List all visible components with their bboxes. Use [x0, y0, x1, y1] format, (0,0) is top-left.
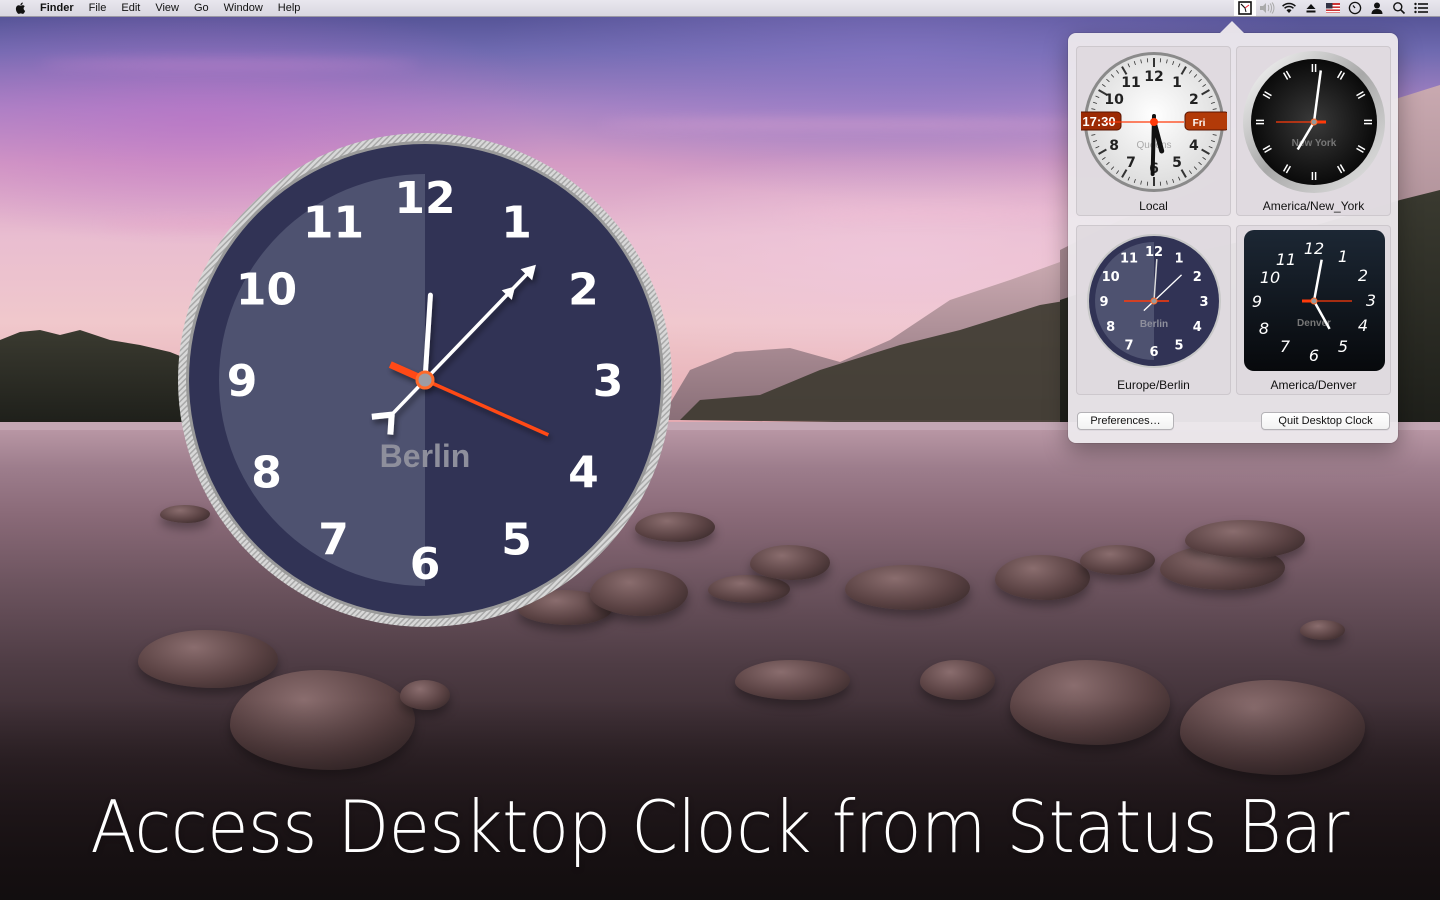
apple-menu-icon[interactable] [14, 1, 28, 15]
day-text: Fri [1193, 118, 1206, 129]
mini-clock-numeral: 10 [1104, 92, 1124, 108]
clock-cell-berlin[interactable]: 12 1 2 3 4 5 6 7 8 9 10 11 Berlin Europe/Berlin [1076, 225, 1231, 395]
preferences-button[interactable]: Preferences… [1077, 412, 1174, 430]
desktop-clock-status-icon[interactable] [1234, 0, 1256, 16]
clock-cell-denver[interactable]: 12 1 2 3 4 5 6 7 8 9 10 11 Denver America/Denver [1236, 225, 1391, 395]
menu-window[interactable]: Window [224, 2, 263, 14]
mini-clock-numeral: 11 [1120, 252, 1138, 267]
notification-center-icon[interactable] [1410, 0, 1432, 16]
menu-help[interactable]: Help [278, 2, 301, 14]
mini-clock-numeral: 12 [1304, 239, 1324, 258]
clock-center-pin [415, 370, 435, 390]
mini-clock-numeral: 12 [1145, 245, 1163, 260]
clock-numeral: 5 [501, 514, 532, 565]
menu-go[interactable]: Go [194, 2, 209, 14]
menu-finder[interactable]: Finder [40, 2, 74, 14]
mini-clock-city-label: Berlin [1140, 319, 1168, 330]
clock-numeral: 7 [318, 514, 349, 565]
clock-caption-local: Local [1139, 199, 1168, 213]
clock-caption-berlin: Europe/Berlin [1117, 378, 1190, 392]
mini-clock-numeral: 5 [1338, 337, 1348, 356]
time-machine-icon[interactable] [1344, 0, 1366, 16]
clock-numeral: 9 [227, 356, 258, 407]
quit-desktop-clock-button[interactable]: Quit Desktop Clock [1261, 412, 1390, 430]
desktop-clock-berlin[interactable]: 12 12 3 45 6 78 9 1011 Berlin [177, 132, 673, 628]
menu-view[interactable]: View [155, 2, 179, 14]
mini-clock-numeral: 8 [1109, 138, 1119, 154]
mini-clock-numeral: 1 [1172, 75, 1182, 91]
mini-clock-numeral: 4 [1193, 320, 1202, 335]
clock-numeral: 4 [568, 448, 599, 499]
mini-clock-numeral: 10 [1260, 268, 1280, 287]
wifi-icon[interactable] [1278, 0, 1300, 16]
menu-edit[interactable]: Edit [121, 2, 140, 14]
mini-clock-numeral: 7 [1124, 338, 1133, 353]
promo-caption-text: Access Desktop Clock from Status Bar [90, 785, 1350, 869]
clock-numeral: 8 [251, 448, 282, 499]
clock-numeral: 12 [394, 173, 455, 224]
mini-clock-numeral: 4 [1358, 316, 1368, 335]
clock-numeral: 6 [410, 539, 441, 590]
clock-numeral: 1 [501, 198, 532, 249]
clock-center-pin [1150, 297, 1158, 305]
mini-clock-numeral: 6 [1309, 346, 1319, 365]
menu-file[interactable]: File [89, 2, 107, 14]
mini-clock-numeral: 3 [1366, 291, 1376, 310]
mini-clock-numeral: 8 [1106, 320, 1115, 335]
mini-clock-berlin: 12 12 3 45 6 78 9 1011 Berlin [1087, 234, 1221, 368]
clock-caption-denver: America/Denver [1270, 378, 1357, 392]
clock-center-pin [1150, 118, 1158, 126]
clock-center-pin [1310, 297, 1318, 305]
mini-clock-numeral: 7 [1126, 155, 1136, 171]
mini-clock-local: 1212456781011Queens17:30Fri [1081, 52, 1227, 192]
promo-caption: Access Desktop Clock from Status Bar [0, 785, 1440, 869]
mini-clock-numeral: 3 [1199, 295, 1208, 310]
mini-clock-numeral: 9 [1252, 292, 1262, 311]
mini-clock-numeral: 9 [1099, 295, 1108, 310]
mini-clock-numeral: 1 [1338, 247, 1348, 266]
mini-clock-numeral: 8 [1259, 319, 1269, 338]
mini-clock-numeral: 2 [1358, 266, 1368, 285]
spotlight-search-icon[interactable] [1388, 0, 1410, 16]
mini-clock-numeral: 1 [1174, 252, 1183, 267]
mini-clock-numeral: 11 [1276, 250, 1296, 269]
clock-numeral: 10 [236, 265, 297, 316]
clock-cell-new-york[interactable]: New York America/New_York [1236, 46, 1391, 216]
menu-bar: Finder File Edit View Go Window Help [0, 0, 1440, 17]
clock-caption-new-york: America/New_York [1262, 199, 1365, 213]
clock-numeral: 11 [303, 198, 364, 249]
eject-icon[interactable] [1300, 0, 1322, 16]
clock-numeral: 3 [593, 356, 624, 407]
popover-arrow [1220, 21, 1244, 33]
mini-clock-numeral: 6 [1149, 345, 1158, 360]
clock-numeral: 2 [568, 265, 599, 316]
mini-clock-numeral: 2 [1189, 92, 1199, 108]
mini-clock-numeral: 5 [1172, 155, 1182, 171]
mini-clock-numeral: 11 [1121, 75, 1140, 91]
mini-clock-numeral: 5 [1174, 338, 1183, 353]
clock-city-label: Berlin [380, 438, 471, 474]
mini-clock-numeral: 4 [1189, 138, 1199, 154]
mini-clock-numeral: 12 [1144, 69, 1163, 85]
mini-clock-denver: 12 1234567891011Denver [1244, 230, 1385, 371]
user-icon[interactable] [1366, 0, 1388, 16]
day-badge [1184, 111, 1227, 131]
volume-icon[interactable] [1256, 0, 1278, 16]
us-flag-icon[interactable] [1322, 0, 1344, 16]
desktop-clock-icon [1238, 1, 1252, 15]
mini-clock-new-york: New York [1243, 51, 1385, 193]
mini-clock-numeral: 10 [1102, 270, 1120, 285]
clock-cell-local[interactable]: 1212456781011Queens17:30Fri Local [1076, 46, 1231, 216]
mini-clock-numeral: 2 [1193, 270, 1202, 285]
mini-clock-numeral: 7 [1280, 337, 1291, 356]
status-bar-popover: 1212456781011Queens17:30Fri Local New Yo… [1068, 21, 1398, 443]
clock-center-pin [1310, 118, 1318, 126]
